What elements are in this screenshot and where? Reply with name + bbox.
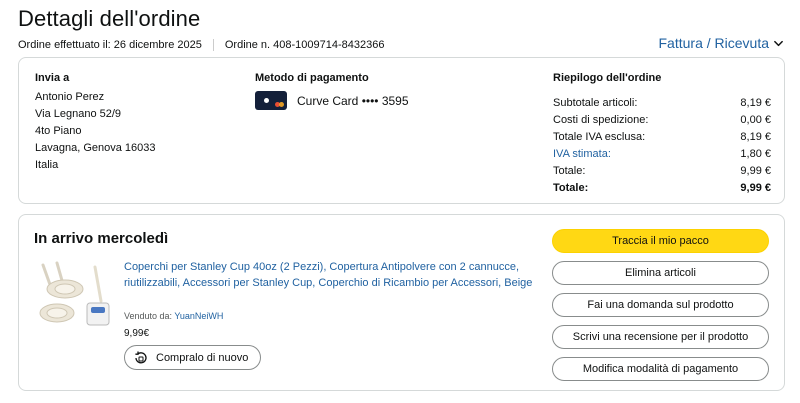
curve-card-icon	[255, 91, 287, 110]
shipment-card: In arrivo mercoledì Coperchi per Stanley…	[18, 214, 785, 391]
recap-label: Costi di spedizione:	[553, 114, 649, 126]
order-actions: Traccia il mio pacco Elimina articoli Fa…	[552, 229, 769, 381]
recap-label: Totale IVA esclusa:	[553, 131, 646, 143]
seller-link[interactable]: YuanNeiWH	[174, 311, 223, 321]
recap-value: 9,99 €	[740, 165, 771, 177]
recap-value: 8,19 €	[740, 97, 771, 109]
order-recap: Riepilogo dell'ordine Subtotale articoli…	[553, 72, 771, 197]
recap-row-shipping: Costi di spedizione: 0,00 €	[553, 112, 771, 129]
shipping-address: Invia a Antonio Perez Via Legnano 52/9 4…	[35, 72, 156, 174]
modify-payment-button[interactable]: Modifica modalità di pagamento	[552, 357, 769, 381]
chevron-down-icon	[774, 40, 783, 46]
track-package-button[interactable]: Traccia il mio pacco	[552, 229, 769, 253]
recap-row-grand-total: Totale: 9,99 €	[553, 180, 771, 197]
buy-again-button[interactable]: Compralo di nuovo	[124, 345, 262, 370]
payment-title: Metodo di pagamento	[255, 72, 369, 84]
recap-row-subtotal: Subtotale articoli: 8,19 €	[553, 95, 771, 112]
buy-again-icon	[135, 351, 147, 363]
recap-row-total: Totale: 9,99 €	[553, 163, 771, 180]
order-number: Ordine n. 408-1009714-8432366	[224, 39, 385, 51]
shipping-title: Invia a	[35, 72, 70, 84]
recap-value: 1,80 €	[740, 148, 771, 160]
address-line: Via Legnano 52/9	[35, 108, 122, 120]
buy-again-label: Compralo di nuovo	[156, 351, 249, 364]
recap-value: 9,99 €	[740, 182, 771, 194]
order-date: Ordine effettuato il: 26 dicembre 2025	[18, 39, 202, 51]
write-review-button[interactable]: Scrivi una recensione per il prodotto	[552, 325, 769, 349]
recap-label: Subtotale articoli:	[553, 97, 638, 109]
sold-by-label: Venduto da:	[124, 311, 173, 321]
seller-info: Venduto da: YuanNeiWH	[124, 311, 223, 321]
recap-label: Totale:	[553, 165, 586, 177]
remove-items-button[interactable]: Elimina articoli	[552, 261, 769, 285]
page-title: Dettagli dell'ordine	[18, 6, 201, 31]
address-line: Antonio Perez	[35, 91, 105, 103]
payment-method-label: Curve Card •••• 3595	[297, 93, 409, 108]
recap-label: Totale:	[553, 182, 589, 194]
recap-row-vat: IVA stimata: 1,80 €	[553, 146, 771, 163]
vat-link[interactable]: IVA stimata:	[553, 146, 611, 163]
product-image[interactable]	[35, 257, 115, 337]
address-line: 4to Piano	[35, 125, 82, 137]
address-line: Italia	[35, 159, 59, 171]
invoice-link-label: Fattura / Ricevuta	[658, 35, 770, 51]
invoice-dropdown[interactable]: Fattura / Ricevuta	[659, 35, 785, 51]
delivery-status: In arrivo mercoledì	[34, 230, 169, 247]
product-title-link[interactable]: Coperchi per Stanley Cup 40oz (2 Pezzi),…	[124, 259, 534, 291]
divider	[212, 39, 214, 51]
order-summary-card: Invia a Antonio Perez Via Legnano 52/9 4…	[18, 57, 785, 204]
ask-question-button[interactable]: Fai una domanda sul prodotto	[552, 293, 769, 317]
payment-method: Metodo di pagamento Curve Card •••• 3595	[255, 72, 409, 110]
product-price: 9,99€	[124, 328, 150, 339]
payment-card: Curve Card •••• 3595	[255, 91, 409, 110]
address-line: Lavagna, Genova 16033	[35, 142, 156, 154]
order-meta: Ordine effettuato il: 26 dicembre 2025 O…	[18, 39, 385, 51]
recap-value: 0,00 €	[740, 114, 771, 126]
recap-value: 8,19 €	[740, 131, 771, 143]
recap-row-net: Totale IVA esclusa: 8,19 €	[553, 129, 771, 146]
recap-title: Riepilogo dell'ordine	[553, 72, 662, 84]
